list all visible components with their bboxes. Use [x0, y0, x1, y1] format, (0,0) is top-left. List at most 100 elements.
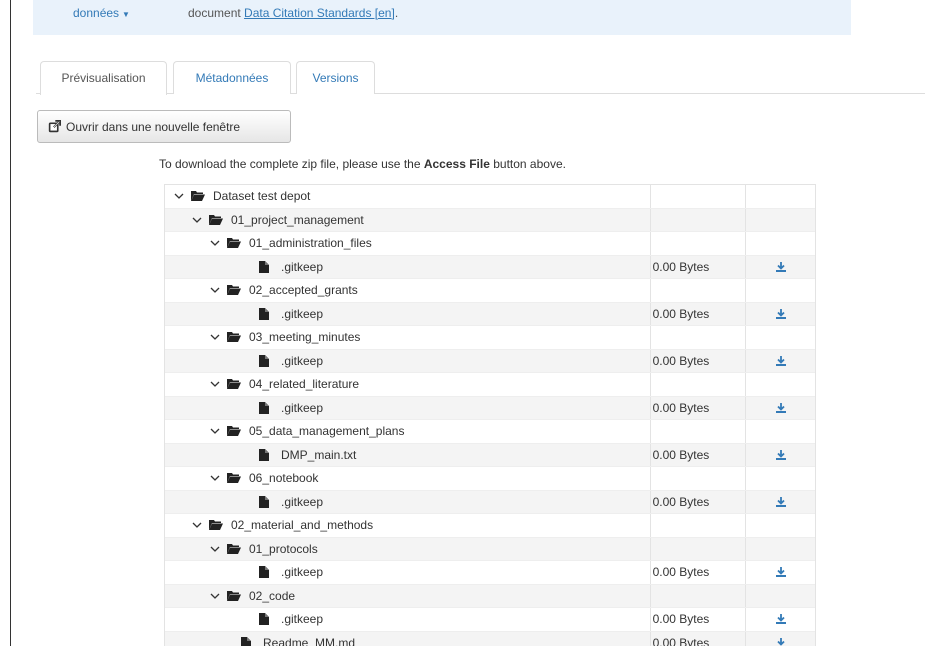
file-icon: [259, 401, 269, 414]
tree-folder-row[interactable]: 03_meeting_minutes: [165, 326, 815, 350]
tab-preview[interactable]: Prévisualisation: [40, 61, 167, 95]
file-size: 0.00 Bytes: [652, 306, 710, 321]
caret-down-icon: ▼: [122, 10, 130, 19]
download-icon[interactable]: [775, 637, 787, 646]
file-size: 0.00 Bytes: [652, 447, 710, 462]
download-icon[interactable]: [775, 402, 787, 414]
chevron-down-icon[interactable]: [209, 543, 221, 555]
tree-size-cell: 0.00 Bytes: [651, 631, 747, 646]
tree-name-cell: 03_meeting_minutes: [165, 326, 651, 349]
page-left-border: [10, 0, 11, 646]
folder-name: 06_notebook: [249, 471, 319, 486]
tree-size-cell: [651, 279, 747, 302]
file-icon: [259, 566, 269, 579]
file-icon: [259, 613, 269, 626]
tree-folder-row[interactable]: 05_data_management_plans: [165, 420, 815, 444]
folder-name: 03_meeting_minutes: [249, 330, 361, 345]
chevron-down-icon[interactable]: [191, 519, 203, 531]
chevron-down-icon[interactable]: [209, 378, 221, 390]
tree-file-row[interactable]: DMP_main.txt 0.00 Bytes: [165, 443, 815, 467]
tree-folder-row[interactable]: 01_project_management: [165, 208, 815, 232]
file-icon: [259, 260, 269, 273]
tree-download-cell: [746, 350, 815, 373]
tree-folder-row[interactable]: 04_related_literature: [165, 373, 815, 397]
tree-folder-row[interactable]: Dataset test depot: [165, 185, 815, 209]
tree-size-cell: [651, 185, 747, 208]
download-note: To download the complete zip file, pleas…: [159, 157, 566, 171]
tab-versions[interactable]: Versions: [296, 61, 375, 94]
tree-file-row[interactable]: Readme_MM.md 0.00 Bytes: [165, 631, 815, 646]
tree-download-cell: [746, 209, 815, 232]
tree-download-cell: [746, 561, 815, 584]
info-banner: données ▼ document Data Citation Standard…: [33, 0, 851, 35]
tree-folder-row[interactable]: 01_administration_files: [165, 232, 815, 256]
download-icon[interactable]: [775, 355, 787, 367]
download-note-bold: Access File: [423, 157, 490, 171]
tree-file-row[interactable]: .gitkeep 0.00 Bytes: [165, 255, 815, 279]
folder-name: 05_data_management_plans: [249, 424, 405, 439]
file-name: DMP_main.txt: [281, 447, 357, 462]
tree-file-row[interactable]: .gitkeep 0.00 Bytes: [165, 561, 815, 585]
tree-name-cell: Readme_MM.md: [165, 631, 651, 646]
file-name: .gitkeep: [281, 565, 324, 580]
file-icon: [259, 448, 269, 461]
tree-download-cell: [746, 397, 815, 420]
tree-name-cell: 01_project_management: [165, 208, 651, 231]
tree-file-row[interactable]: .gitkeep 0.00 Bytes: [165, 349, 815, 373]
chevron-down-icon[interactable]: [173, 190, 185, 202]
chevron-down-icon[interactable]: [209, 284, 221, 296]
open-new-window-button[interactable]: Ouvrir dans une nouvelle fenêtre: [37, 110, 291, 143]
file-size: 0.00 Bytes: [652, 612, 710, 627]
tree-folder-row[interactable]: 02_code: [165, 584, 815, 608]
folder-name: 02_code: [249, 588, 296, 603]
data-citation-standards-link[interactable]: Data Citation Standards [en]: [244, 6, 395, 20]
folder-name: 04_related_literature: [249, 377, 360, 392]
folder-open-icon: [227, 473, 241, 484]
tree-download-cell: [746, 303, 815, 326]
tree-download-cell: [746, 608, 815, 631]
folder-open-icon: [227, 426, 241, 437]
data-menu-toggle[interactable]: données ▼: [73, 6, 130, 20]
tree-file-row[interactable]: .gitkeep 0.00 Bytes: [165, 490, 815, 514]
tree-size-cell: [651, 373, 747, 396]
chevron-down-icon[interactable]: [209, 331, 221, 343]
download-icon[interactable]: [775, 261, 787, 273]
download-icon[interactable]: [775, 566, 787, 578]
chevron-down-icon[interactable]: [209, 590, 221, 602]
tree-file-row[interactable]: .gitkeep 0.00 Bytes: [165, 608, 815, 632]
tree-size-cell: 0.00 Bytes: [651, 443, 747, 466]
tree-size-cell: 0.00 Bytes: [651, 349, 747, 372]
open-new-window-label: Ouvrir dans une nouvelle fenêtre: [66, 119, 241, 134]
download-icon[interactable]: [775, 449, 787, 461]
tree-name-cell: .gitkeep: [165, 302, 651, 325]
tab-metadata[interactable]: Métadonnées: [173, 61, 291, 94]
tree-name-cell: 02_code: [165, 584, 651, 607]
chevron-down-icon[interactable]: [191, 214, 203, 226]
tree-size-cell: 0.00 Bytes: [651, 396, 747, 419]
file-size: 0.00 Bytes: [652, 565, 710, 580]
tree-download-cell: [746, 491, 815, 514]
file-size: 0.00 Bytes: [652, 353, 710, 368]
tree-folder-row[interactable]: 02_accepted_grants: [165, 279, 815, 303]
download-icon[interactable]: [775, 308, 787, 320]
tree-file-row[interactable]: .gitkeep 0.00 Bytes: [165, 396, 815, 420]
chevron-down-icon[interactable]: [209, 425, 221, 437]
chevron-down-icon[interactable]: [209, 237, 221, 249]
file-name: .gitkeep: [281, 306, 324, 321]
tree-download-cell: [746, 232, 815, 255]
folder-name: Dataset test depot: [213, 189, 311, 204]
tree-name-cell: .gitkeep: [165, 255, 651, 278]
file-icon: [241, 636, 251, 646]
tree-name-cell: .gitkeep: [165, 490, 651, 513]
tree-folder-row[interactable]: 06_notebook: [165, 467, 815, 491]
folder-open-icon: [227, 379, 241, 390]
tree-folder-row[interactable]: 02_material_and_methods: [165, 514, 815, 538]
download-icon[interactable]: [775, 496, 787, 508]
folder-open-icon: [209, 214, 223, 225]
chevron-down-icon[interactable]: [209, 472, 221, 484]
tree-file-row[interactable]: .gitkeep 0.00 Bytes: [165, 302, 815, 326]
file-size: 0.00 Bytes: [652, 400, 710, 415]
download-icon[interactable]: [775, 613, 787, 625]
folder-open-icon: [227, 332, 241, 343]
tree-folder-row[interactable]: 01_protocols: [165, 537, 815, 561]
